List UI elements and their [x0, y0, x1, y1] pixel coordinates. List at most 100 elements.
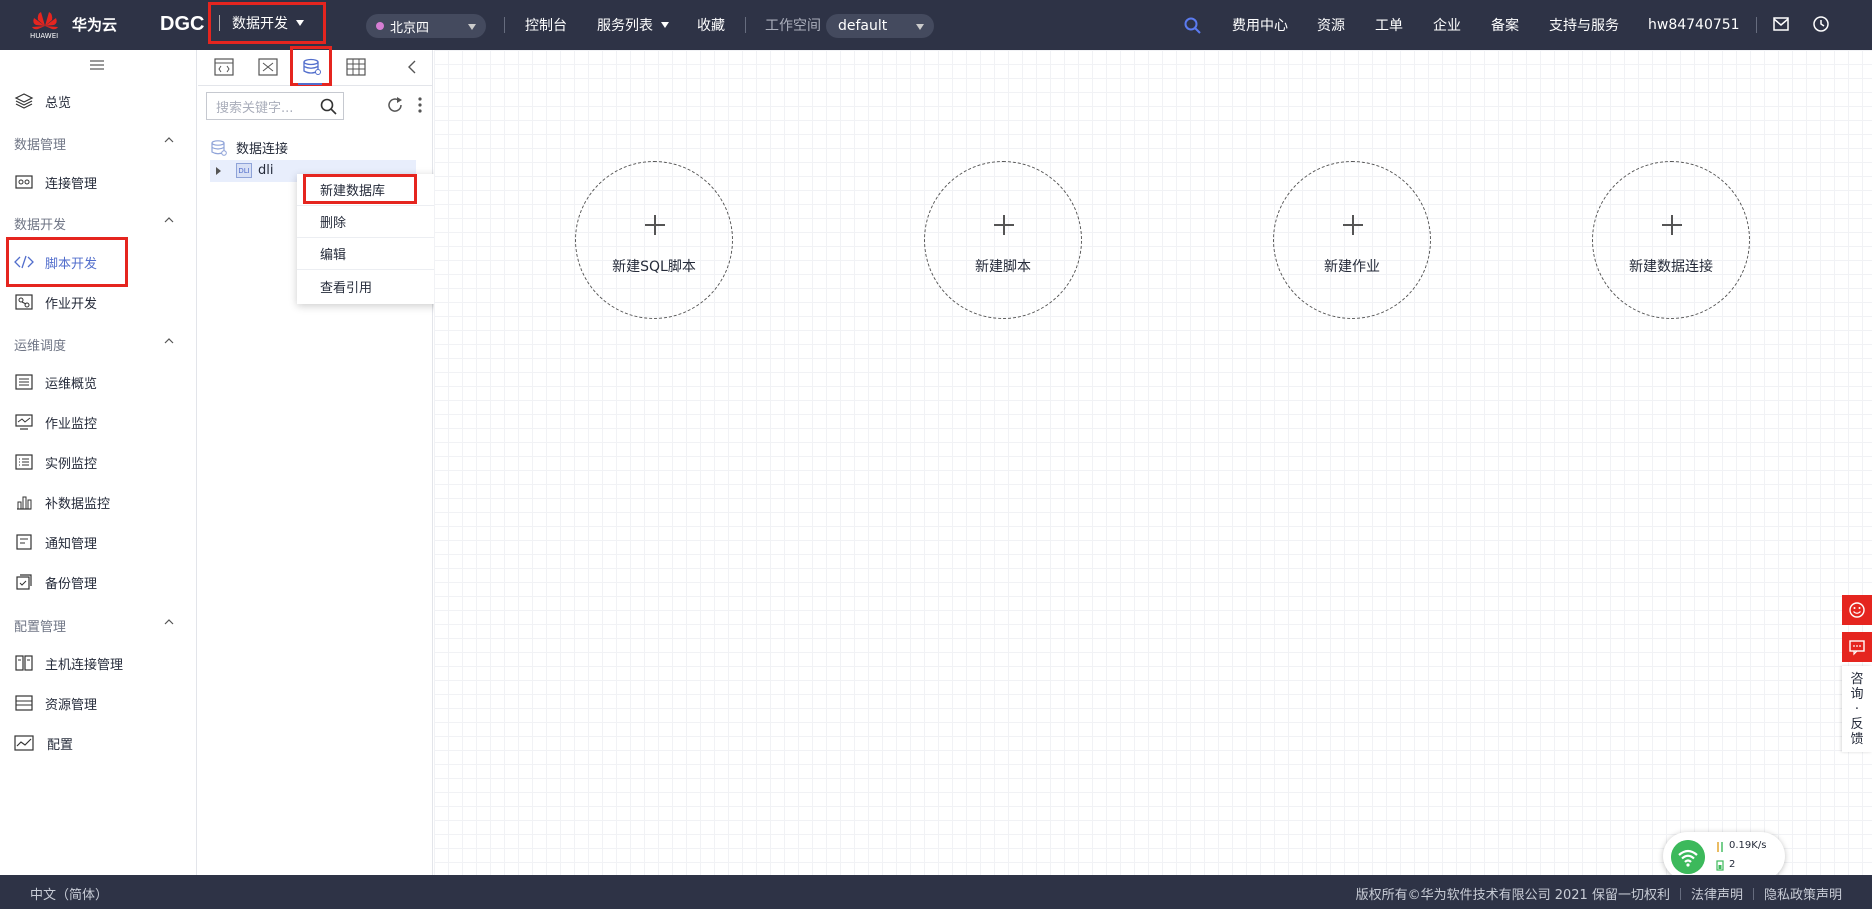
tab-active-indicator — [298, 83, 322, 85]
menu-item-label: 删除 — [320, 216, 347, 231]
menu-item-label: 编辑 — [320, 248, 347, 263]
sidebar-item-connection-management[interactable]: 连接管理 — [0, 167, 197, 197]
menu-toggle-icon[interactable] — [90, 60, 104, 70]
nav-favorites[interactable]: 收藏 — [697, 0, 725, 50]
search-icon[interactable] — [1184, 17, 1201, 34]
divider — [1756, 17, 1757, 33]
search-placeholder: 搜索关键字... — [216, 100, 294, 116]
new-job-button[interactable]: 新建作业 — [1273, 161, 1431, 319]
language-switcher[interactable]: 中文（简体） — [30, 884, 108, 903]
sidebar-item-resource-management[interactable]: 资源管理 — [0, 688, 197, 718]
sidebar-item-backup-management[interactable]: 备份管理 — [0, 567, 197, 597]
workspace-select[interactable]: default — [826, 14, 934, 38]
clock-icon[interactable] — [1812, 15, 1830, 33]
sidebar-item-label: 脚本开发 — [45, 256, 98, 272]
network-speed-widget[interactable]: 0.19K/s 2 — [1663, 832, 1785, 880]
product-name[interactable]: DGC — [160, 13, 204, 36]
chat-button[interactable] — [1842, 632, 1872, 662]
sidebar-group-data-management[interactable]: 数据管理 — [14, 134, 174, 153]
new-data-connection-button[interactable]: 新建数据连接 — [1592, 161, 1750, 319]
action-label: 新建作业 — [1324, 259, 1380, 275]
privacy-link[interactable]: 隐私政策声明 — [1764, 884, 1842, 903]
nav-enterprise[interactable]: 企业 — [1433, 0, 1461, 50]
nav-service-list-label: 服务列表 — [597, 18, 653, 34]
action-label: 新建数据连接 — [1629, 259, 1713, 275]
backup-icon — [16, 574, 32, 590]
nav-console[interactable]: 控制台 — [525, 0, 567, 50]
divider — [745, 17, 746, 33]
nav-filing[interactable]: 备案 — [1491, 0, 1519, 50]
new-sql-script-button[interactable]: 新建SQL脚本 — [575, 161, 733, 319]
sidebar-item-backfill-monitoring[interactable]: 补数据监控 — [0, 487, 197, 517]
sidebar-group-label: 配置管理 — [14, 620, 67, 635]
sidebar-group-ops-scheduling[interactable]: 运维调度 — [14, 335, 174, 354]
sidebar-item-label: 作业监控 — [45, 416, 98, 432]
copyright-text: 版权所有©华为软件技术有限公司 2021 保留一切权利 — [1355, 888, 1670, 903]
sidebar-group-data-development[interactable]: 数据开发 — [14, 214, 174, 233]
sidebar-item-label: 资源管理 — [45, 697, 98, 713]
nav-filing-label: 备案 — [1491, 18, 1519, 34]
sidebar-item-label: 运维概览 — [45, 376, 98, 392]
sidebar-item-notification-management[interactable]: 通知管理 — [0, 527, 197, 557]
list-icon — [15, 454, 33, 470]
notification-icon — [16, 534, 32, 550]
nav-support[interactable]: 支持与服务 — [1549, 0, 1619, 50]
smile-feedback-button[interactable] — [1842, 595, 1872, 625]
sidebar-item-job-monitoring[interactable]: 作业监控 — [0, 407, 197, 437]
tree-root-data-connections[interactable]: 数据连接 — [210, 138, 288, 157]
legal-link[interactable]: 法律声明 — [1691, 884, 1743, 903]
tab-script-icon[interactable] — [214, 58, 234, 76]
nav-billing[interactable]: 费用中心 — [1232, 0, 1288, 50]
nav-resources[interactable]: 资源 — [1317, 0, 1345, 50]
sidebar-group-config-management[interactable]: 配置管理 — [14, 616, 174, 635]
new-script-button[interactable]: 新建脚本 — [924, 161, 1082, 319]
chevron-up-icon — [164, 137, 174, 143]
expand-triangle-icon[interactable] — [216, 167, 221, 175]
sidebar-item-instance-monitoring[interactable]: 实例监控 — [0, 447, 197, 477]
divider — [504, 17, 505, 33]
chart-bar-icon — [17, 496, 32, 510]
refresh-icon[interactable] — [386, 96, 404, 114]
sidebar-item-configuration[interactable]: 配置 — [0, 728, 197, 758]
sidebar-item-overview[interactable]: 总览 — [0, 86, 197, 116]
network-speed-value: 0.19K/s — [1729, 840, 1767, 851]
search-icon[interactable] — [320, 98, 337, 115]
top-bar: HUAWEI 华为云 DGC 数据开发 北京四 控制台 服务列表 收藏 工作空间… — [0, 0, 1872, 50]
updown-arrows-icon — [1717, 842, 1723, 852]
mail-icon[interactable] — [1772, 15, 1790, 33]
tab-database-icon[interactable] — [302, 58, 322, 76]
tree-search-input[interactable]: 搜索关键字... — [206, 92, 344, 120]
sidebar-item-label: 配置 — [47, 737, 74, 753]
sidebar-item-label: 备份管理 — [45, 576, 98, 592]
tab-job-icon[interactable] — [258, 58, 278, 76]
divider — [1752, 887, 1754, 900]
workspace-label-text: 工作空间 — [765, 18, 821, 34]
nav-tickets-label: 工单 — [1375, 18, 1403, 34]
chat-icon — [1849, 640, 1865, 656]
layers-icon — [14, 93, 34, 109]
sidebar-item-script-development[interactable]: 脚本开发 — [0, 247, 197, 277]
sidebar-item-host-connection[interactable]: 主机连接管理 — [0, 648, 197, 678]
sidebar-item-ops-overview[interactable]: 运维概览 — [0, 367, 197, 397]
caret-down-icon — [661, 22, 669, 28]
action-label: 新建SQL脚本 — [612, 259, 696, 275]
collapse-panel-icon[interactable] — [407, 60, 417, 74]
consult-feedback-button[interactable]: 咨询·反馈 — [1842, 666, 1872, 752]
plus-icon — [1343, 215, 1363, 235]
footer-links: 版权所有©华为软件技术有限公司 2021 保留一切权利 法律声明 隐私政策声明 — [1356, 884, 1842, 903]
nav-tickets[interactable]: 工单 — [1375, 0, 1403, 50]
nav-service-list[interactable]: 服务列表 — [597, 0, 669, 50]
plus-icon — [994, 215, 1014, 235]
more-vertical-icon[interactable] — [418, 96, 422, 114]
username-label: hw84740751 — [1648, 17, 1740, 33]
caret-down-icon — [916, 24, 924, 30]
sidebar-item-label: 实例监控 — [45, 456, 98, 472]
region-select[interactable]: 北京四 — [366, 14, 486, 38]
brand-name[interactable]: 华为云 — [72, 14, 117, 35]
workflow-icon — [15, 294, 33, 310]
user-menu[interactable]: hw84740751 — [1648, 0, 1740, 50]
module-switcher[interactable]: 数据开发 — [208, 2, 326, 44]
tab-table-icon[interactable] — [346, 58, 366, 76]
sidebar-item-job-development[interactable]: 作业开发 — [0, 287, 197, 317]
divider — [1679, 887, 1681, 900]
